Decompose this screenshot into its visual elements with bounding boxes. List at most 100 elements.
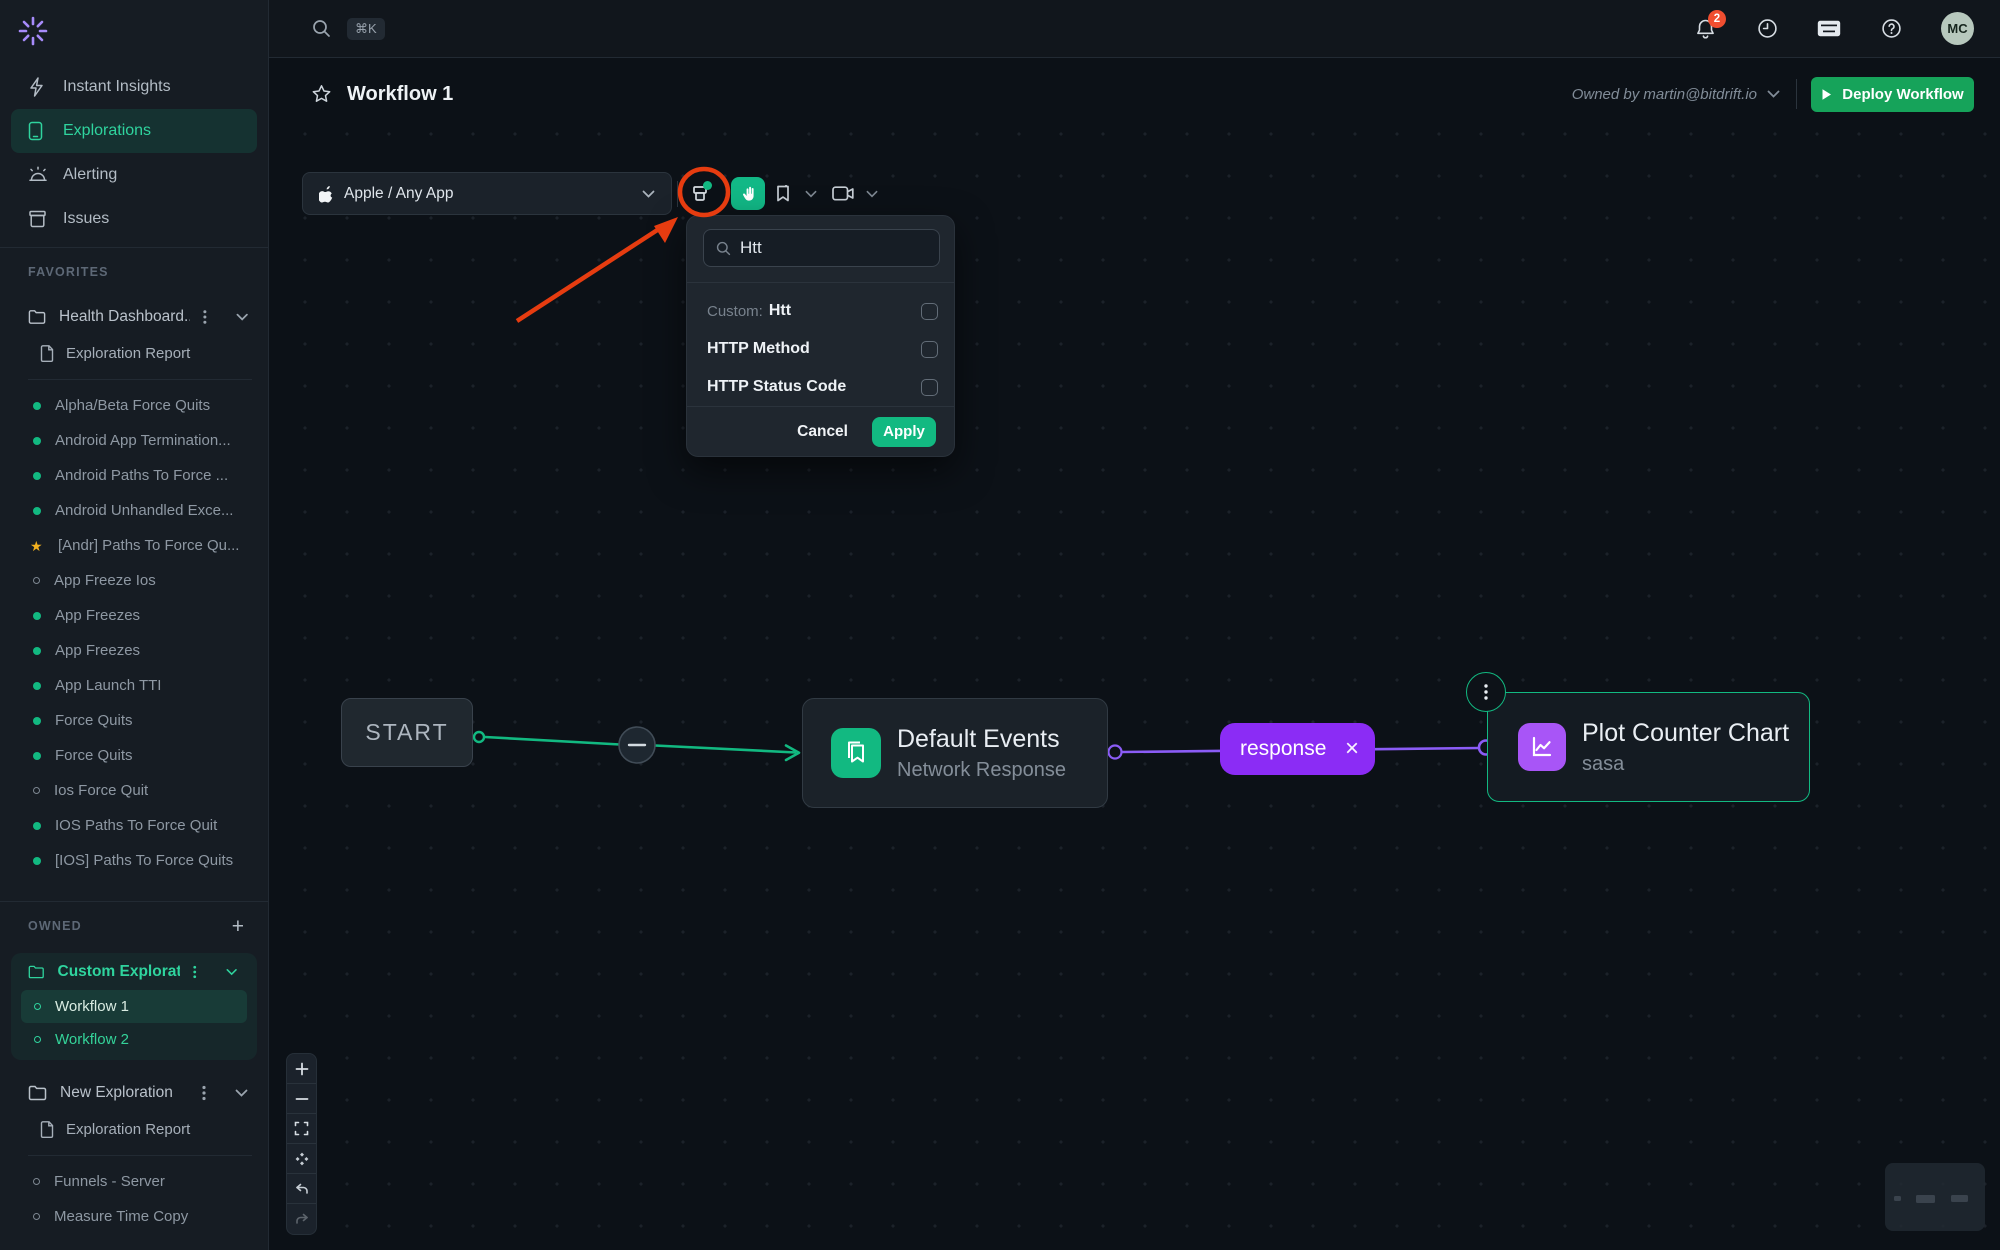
- list-item[interactable]: Alpha/Beta Force Quits: [0, 388, 268, 423]
- node-subtitle: sasa: [1582, 753, 1789, 776]
- recordings-button[interactable]: [827, 175, 859, 213]
- auto-layout-button[interactable]: [287, 1144, 316, 1174]
- sidebar-item-workflow-1[interactable]: Workflow 1: [21, 990, 247, 1023]
- list-item[interactable]: Measure Time Copy: [0, 1199, 268, 1234]
- popup-search-box[interactable]: [703, 229, 940, 267]
- app-window: Instant Insights Explorations Alerting I…: [0, 0, 2000, 1250]
- bookmark-node-icon: [831, 728, 881, 778]
- bitdrift-logo-icon[interactable]: [18, 16, 48, 46]
- recordings-chevron-button[interactable]: [859, 175, 885, 213]
- workflow-canvas[interactable]: [270, 129, 2000, 1250]
- list-item[interactable]: [IOS] Paths To Force Quits: [0, 843, 268, 878]
- chevron-down-icon[interactable]: [236, 313, 248, 321]
- pan-tool-button[interactable]: [731, 177, 765, 210]
- list-item[interactable]: App Freezes: [0, 633, 268, 668]
- list-item[interactable]: Force Quits: [0, 703, 268, 738]
- filter-option-http-method[interactable]: HTTP Method: [687, 330, 954, 368]
- owned-folder-new-exploration[interactable]: New Exploration: [0, 1075, 268, 1111]
- owned-folder-custom-explorations[interactable]: Custom Explorati...: [11, 953, 257, 990]
- history-button[interactable]: [1755, 17, 1779, 41]
- filter-popup: Custom: Htt HTTP Method HTTP Status Code…: [686, 215, 955, 457]
- sidebar-item-instant-insights[interactable]: Instant Insights: [11, 65, 257, 109]
- play-icon: [1821, 88, 1832, 101]
- list-item[interactable]: Force Quits: [0, 738, 268, 773]
- folder-name: Custom Explorati...: [58, 963, 181, 981]
- status-dot: [33, 1178, 40, 1185]
- kebab-menu-icon[interactable]: [202, 1085, 206, 1101]
- search-icon[interactable]: [312, 19, 331, 38]
- bookmarks-chevron-button[interactable]: [798, 175, 824, 213]
- search-icon: [716, 241, 731, 256]
- popup-footer: Cancel Apply: [687, 407, 954, 456]
- filter-option-http-status-code[interactable]: HTTP Status Code: [687, 368, 954, 406]
- undo-button[interactable]: [287, 1174, 316, 1204]
- app-selector-dropdown[interactable]: Apple / Any App: [302, 172, 672, 215]
- owned-exploration-report[interactable]: Exploration Report: [0, 1111, 268, 1147]
- cancel-button[interactable]: Cancel: [797, 423, 848, 441]
- fit-view-button[interactable]: [287, 1114, 316, 1144]
- events-filter-button[interactable]: [681, 175, 719, 213]
- remove-edge-label-icon[interactable]: ×: [1345, 737, 1359, 761]
- item-label: App Freeze Ios: [54, 572, 156, 589]
- favorites-folder-health-dashboard[interactable]: Health Dashboard...: [0, 299, 268, 335]
- list-item[interactable]: Android Unhandled Exce...: [0, 493, 268, 528]
- list-item[interactable]: IOS Paths To Force Quit: [0, 808, 268, 843]
- default-events-node[interactable]: Default Events Network Response: [802, 698, 1108, 808]
- apple-icon: [319, 185, 334, 203]
- redo-button[interactable]: [287, 1204, 316, 1234]
- deploy-workflow-button[interactable]: Deploy Workflow: [1811, 77, 1974, 112]
- notifications-button[interactable]: 2: [1693, 17, 1717, 41]
- favorites-exploration-report[interactable]: Exploration Report: [0, 335, 268, 371]
- keyboard-shortcuts-button[interactable]: [1817, 17, 1841, 41]
- item-label: Android App Termination...: [55, 432, 231, 449]
- checkbox[interactable]: [921, 303, 938, 320]
- filter-option-custom[interactable]: Custom: Htt: [687, 292, 954, 330]
- checkbox[interactable]: [921, 341, 938, 358]
- option-label: Htt: [769, 302, 791, 320]
- zoom-in-button[interactable]: [287, 1054, 316, 1084]
- list-item[interactable]: App Freeze Ios: [0, 563, 268, 598]
- start-node[interactable]: START: [341, 698, 473, 767]
- checkbox[interactable]: [921, 379, 938, 396]
- chevron-down-icon: [866, 190, 878, 198]
- phone-icon: [28, 121, 48, 141]
- chart-node-icon: [1518, 723, 1566, 771]
- list-item[interactable]: Ios Force Quit: [0, 773, 268, 808]
- avatar[interactable]: MC: [1941, 12, 1974, 45]
- chevron-down-icon[interactable]: [226, 968, 237, 976]
- list-item[interactable]: Android Paths To Force ...: [0, 458, 268, 493]
- list-item[interactable]: Funnels - Server: [0, 1164, 268, 1199]
- sidebar-item-workflow-2[interactable]: Workflow 2: [21, 1023, 247, 1056]
- list-item[interactable]: ★[Andr] Paths To Force Qu...: [0, 528, 268, 563]
- filter-options: Custom: Htt HTTP Method HTTP Status Code: [687, 292, 954, 406]
- app-selector-label: Apple / Any App: [344, 185, 632, 203]
- sidebar: Instant Insights Explorations Alerting I…: [0, 0, 269, 1250]
- favorite-star-icon[interactable]: [311, 84, 332, 104]
- list-item[interactable]: App Freezes: [0, 598, 268, 633]
- list-item[interactable]: Android App Termination...: [0, 423, 268, 458]
- plot-node-menu-button[interactable]: [1466, 672, 1506, 712]
- sidebar-item-explorations[interactable]: Explorations: [11, 109, 257, 153]
- list-item[interactable]: App Launch TTI: [0, 668, 268, 703]
- folder-icon: [28, 1085, 47, 1101]
- kebab-menu-icon[interactable]: [203, 309, 207, 325]
- kebab-menu-icon[interactable]: [193, 964, 196, 980]
- filter-search-input[interactable]: [740, 238, 927, 258]
- apply-button[interactable]: Apply: [872, 417, 936, 447]
- zoom-out-button[interactable]: [287, 1084, 316, 1114]
- plot-counter-chart-node[interactable]: Plot Counter Chart sasa: [1487, 692, 1810, 802]
- item-label: App Freezes: [55, 607, 140, 624]
- status-dot: [33, 437, 41, 445]
- status-dot: [33, 402, 41, 410]
- owner-chevron-down-icon[interactable]: [1767, 90, 1780, 98]
- minimap[interactable]: [1885, 1163, 1985, 1231]
- chevron-down-icon[interactable]: [235, 1089, 248, 1097]
- bookmarks-button[interactable]: [768, 175, 798, 213]
- add-exploration-button[interactable]: +: [232, 916, 244, 937]
- minimap-node: [1951, 1195, 1968, 1202]
- edge-label-badge[interactable]: response ×: [1220, 723, 1375, 775]
- help-button[interactable]: [1879, 17, 1903, 41]
- sidebar-item-issues[interactable]: Issues: [11, 197, 257, 241]
- sidebar-item-alerting[interactable]: Alerting: [11, 153, 257, 197]
- node-title: Default Events: [897, 724, 1066, 755]
